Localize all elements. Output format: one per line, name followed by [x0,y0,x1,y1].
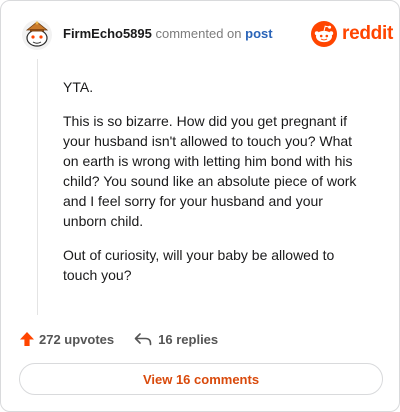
upvote-arrow-icon [20,332,34,346]
comment-header: FirmEcho5895 commented on post [63,27,273,41]
reply-arrow-icon [134,333,152,346]
replies-count: 16 replies [158,331,219,347]
reddit-wordmark: reddit [342,23,393,44]
comment-paragraph: YTA. [63,79,94,95]
view-comments-button[interactable]: View 16 comments [19,363,383,395]
avatar-snoo-icon [22,20,52,50]
reddit-logo[interactable]: reddit [311,21,393,47]
username[interactable]: FirmEcho5895 [63,26,152,41]
commented-on-label: commented on [155,26,242,41]
upvote-count: 272 upvotes [39,331,115,347]
comment-card: FirmEcho5895 commented on post reddit YT… [0,0,400,412]
reddit-snoo-icon [311,21,337,47]
upvote-button[interactable]: 272 upvotes [19,331,114,347]
user-avatar[interactable] [21,17,53,51]
replies-button[interactable]: 16 replies [134,332,218,347]
comment-paragraph: This is so bizarre. How did you get preg… [63,113,357,229]
comment-paragraph: Out of curiosity, will your baby be allo… [63,247,335,283]
comment-body: YTA. This is so bizarre. How did you get… [63,77,363,299]
post-link[interactable]: post [245,26,272,41]
comment-actions: 272 upvotes 16 replies [19,331,218,347]
thread-line[interactable] [37,59,38,315]
